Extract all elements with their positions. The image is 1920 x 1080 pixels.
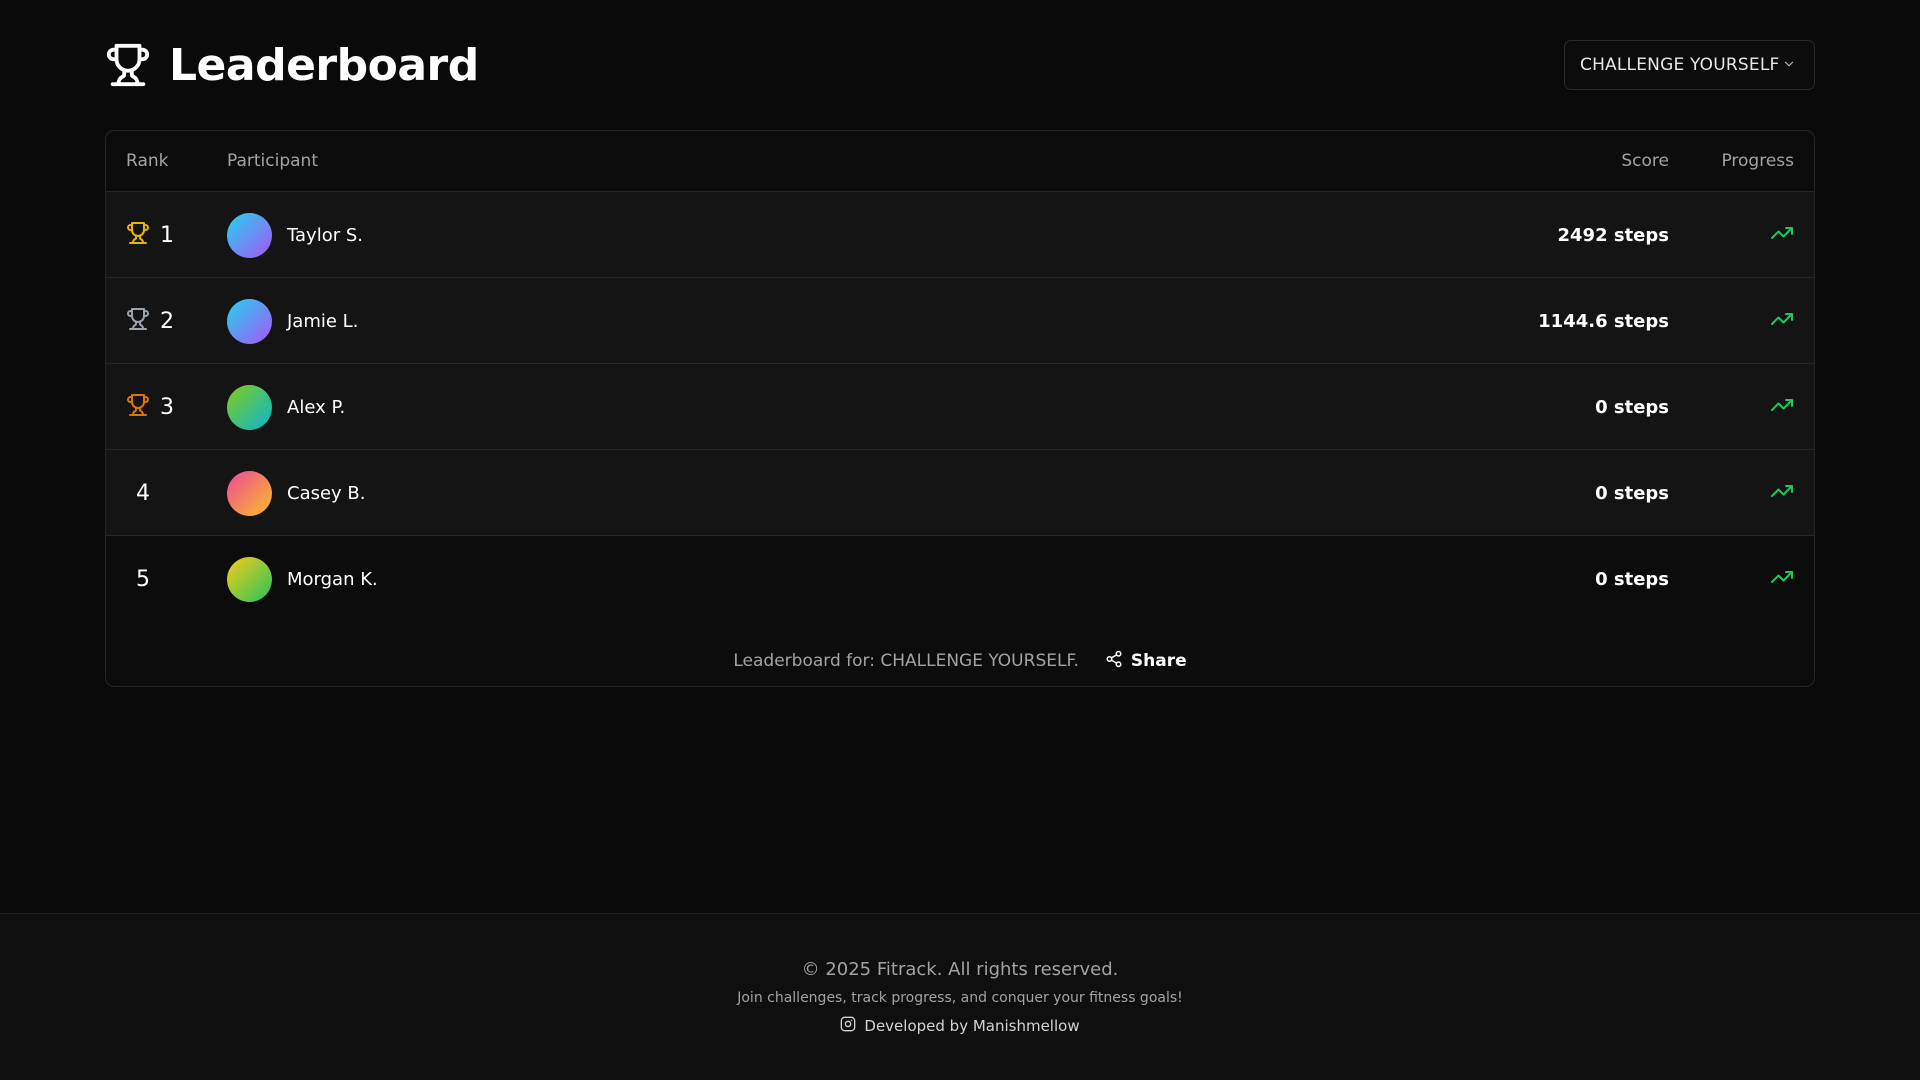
- progress-cell: [1770, 192, 1794, 278]
- participant-cell: Casey B.: [227, 450, 366, 536]
- score-value: 0 steps: [1595, 568, 1669, 590]
- avatar: [227, 556, 272, 602]
- score-value: 0 steps: [1595, 396, 1669, 418]
- score-value: 1144.6 steps: [1538, 310, 1669, 332]
- participant-name: Jamie L.: [287, 310, 359, 332]
- instagram-icon: [840, 1016, 856, 1036]
- participant-name: Morgan K.: [287, 568, 378, 590]
- participant-cell: Morgan K.: [227, 536, 378, 622]
- rank-cell: 2: [126, 278, 174, 364]
- participant-cell: Taylor S.: [227, 192, 363, 278]
- avatar: [227, 298, 272, 344]
- challenge-select-value: CHALLENGE YOURSELF: [1580, 55, 1780, 75]
- rank-cell: 3: [126, 364, 174, 450]
- page-header: Leaderboard CHALLENGE YOURSELF: [105, 38, 1815, 92]
- avatar: [227, 212, 272, 258]
- column-header-score: Score: [1621, 151, 1669, 171]
- leaderboard-table: Rank Participant Score Progress 1 Taylor…: [105, 130, 1815, 687]
- site-footer: © 2025 Fitrack. All rights reserved. Joi…: [0, 913, 1920, 1080]
- table-row: 2 Jamie L. 1144.6 steps: [106, 278, 1814, 364]
- rank-number: 4: [136, 480, 150, 506]
- developer-link[interactable]: Developed by Manishmellow: [840, 1016, 1080, 1036]
- rank-cell: 1: [126, 192, 174, 278]
- developer-label: Developed by Manishmellow: [864, 1017, 1080, 1035]
- rank-cell: 5: [126, 536, 150, 622]
- copyright-text: © 2025 Fitrack. All rights reserved.: [801, 959, 1119, 980]
- participant-name: Alex P.: [287, 396, 346, 418]
- gold-trophy-icon: [126, 221, 150, 249]
- trophy-icon: [105, 42, 151, 88]
- rank-number: 1: [160, 222, 174, 248]
- participant-name: Taylor S.: [287, 224, 363, 246]
- challenge-select[interactable]: CHALLENGE YOURSELF: [1564, 40, 1815, 90]
- column-header-progress: Progress: [1721, 151, 1794, 171]
- silver-trophy-icon: [126, 307, 150, 335]
- page-title: Leaderboard: [169, 39, 479, 91]
- rank-number: 5: [136, 566, 150, 592]
- avatar: [227, 384, 272, 430]
- progress-cell: [1770, 278, 1794, 364]
- trending-up-icon: [1770, 221, 1794, 249]
- table-header: Rank Participant Score Progress: [106, 131, 1814, 192]
- share-icon: [1105, 650, 1123, 672]
- participant-name: Casey B.: [287, 482, 366, 504]
- table-row: 5 Morgan K. 0 steps: [106, 536, 1814, 622]
- participant-cell: Alex P.: [227, 364, 345, 450]
- progress-cell: [1770, 364, 1794, 450]
- rank-cell: 4: [126, 450, 150, 536]
- column-header-rank: Rank: [126, 151, 169, 171]
- table-row: 1 Taylor S. 2492 steps: [106, 192, 1814, 278]
- trending-up-icon: [1770, 307, 1794, 335]
- chevron-down-icon: [1782, 56, 1796, 75]
- score-value: 0 steps: [1595, 482, 1669, 504]
- tagline-text: Join challenges, track progress, and con…: [737, 990, 1183, 1006]
- share-button[interactable]: Share: [1105, 650, 1187, 672]
- avatar: [227, 470, 272, 516]
- column-header-participant: Participant: [227, 151, 319, 171]
- trending-up-icon: [1770, 479, 1794, 507]
- trending-up-icon: [1770, 393, 1794, 421]
- share-label: Share: [1130, 651, 1187, 671]
- table-footer: Leaderboard for: CHALLENGE YOURSELF. Sha…: [106, 643, 1814, 679]
- table-row: 3 Alex P. 0 steps: [106, 364, 1814, 450]
- leaderboard-caption: Leaderboard for: CHALLENGE YOURSELF.: [733, 651, 1079, 671]
- trending-up-icon: [1770, 565, 1794, 593]
- progress-cell: [1770, 536, 1794, 622]
- table-body: 1 Taylor S. 2492 steps 2 Jamie L. 1144.6…: [106, 192, 1814, 622]
- score-value: 2492 steps: [1557, 224, 1670, 246]
- leaderboard-page: Leaderboard CHALLENGE YOURSELF Rank Part…: [0, 0, 1920, 1080]
- bronze-trophy-icon: [126, 393, 150, 421]
- table-row: 4 Casey B. 0 steps: [106, 450, 1814, 536]
- rank-number: 2: [160, 308, 174, 334]
- participant-cell: Jamie L.: [227, 278, 358, 364]
- rank-number: 3: [160, 394, 174, 420]
- title-group: Leaderboard: [105, 40, 479, 91]
- progress-cell: [1770, 450, 1794, 536]
